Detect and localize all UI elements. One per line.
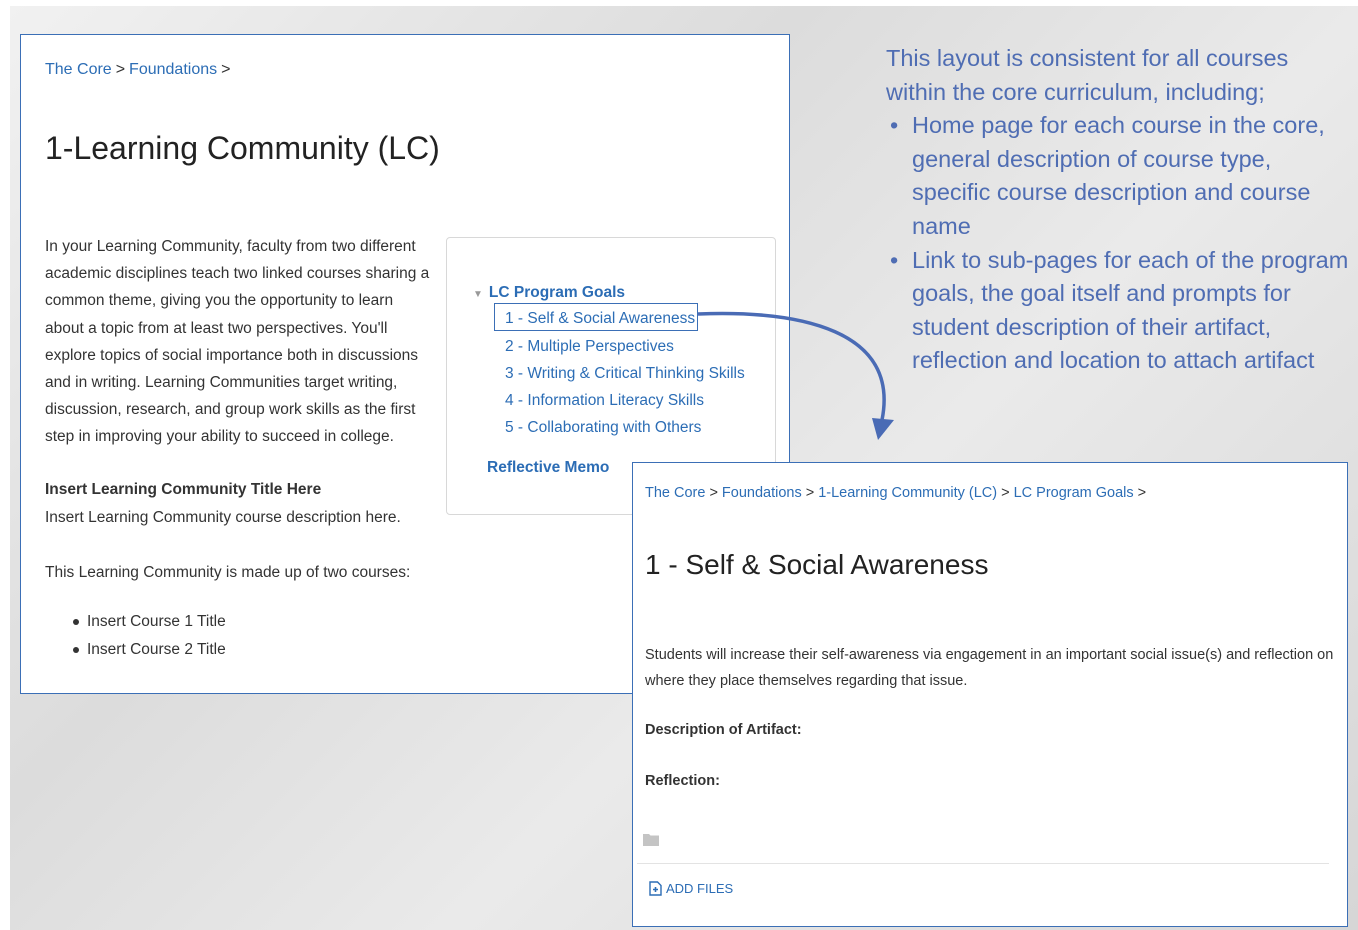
callout-bullets: Home page for each course in the core, g… [886, 109, 1356, 378]
breadcrumb-link-program-goals[interactable]: LC Program Goals [1014, 485, 1134, 501]
collapse-triangle-icon[interactable]: ▼ [473, 289, 483, 300]
goals-nav-header-label: LC Program Goals [488, 284, 625, 301]
breadcrumb-separator: > [805, 485, 815, 501]
callout-bullet: Home page for each course in the core, g… [886, 109, 1356, 243]
lc-description-placeholder: Insert Learning Community course descrip… [45, 509, 401, 526]
callout-intro-line: This layout is consistent for all course… [886, 45, 1289, 71]
courses-intro: This Learning Community is made up of tw… [45, 564, 411, 581]
breadcrumb-link-the-core[interactable]: The Core [45, 61, 112, 78]
divider [637, 863, 1329, 864]
breadcrumb-separator: > [1001, 485, 1010, 501]
goal-link-information-literacy[interactable]: 4 - Information Literacy Skills [505, 392, 704, 410]
reflection-label: Reflection: [645, 773, 720, 789]
breadcrumb-link-learning-community[interactable]: 1-Learning Community (LC) [818, 485, 997, 501]
course-list: Insert Course 1 Title Insert Course 2 Ti… [71, 608, 226, 663]
goal-link-writing-critical-thinking[interactable]: 3 - Writing & Critical Thinking Skills [505, 365, 745, 383]
lc-title-placeholder: Insert Learning Community Title Here [45, 481, 322, 498]
list-item: Insert Course 2 Title [71, 636, 226, 664]
callout-text: This layout is consistent for all course… [886, 42, 1356, 378]
breadcrumb-link-foundations[interactable]: Foundations [129, 61, 217, 78]
highlight-box [494, 303, 698, 331]
breadcrumb-link-foundations[interactable]: Foundations [722, 485, 802, 501]
reflective-memo-link[interactable]: Reflective Memo [487, 459, 609, 477]
goal-subpage: The Core > Foundations >1-Learning Communit… [632, 462, 1348, 927]
breadcrumb-link-the-core[interactable]: The Core [645, 485, 705, 501]
breadcrumb-separator: > [221, 61, 231, 78]
breadcrumb: The Core > Foundations >1-Learning Communit… [645, 485, 1150, 501]
breadcrumb-separator: > [709, 485, 718, 501]
goal-description: Students will increase their self-awaren… [645, 647, 1334, 689]
folder-icon [643, 834, 659, 846]
goal-link-multiple-perspectives[interactable]: 2 - Multiple Perspectives [505, 338, 674, 356]
callout-bullet: Link to sub-pages for each of the progra… [886, 244, 1356, 378]
callout-intro-line: within the core curriculum, including; [886, 78, 1265, 105]
breadcrumb-separator: > [1137, 485, 1147, 501]
page-title: 1 - Self & Social Awareness [645, 549, 989, 580]
breadcrumb-separator: > [115, 61, 126, 78]
artifact-description-label: Description of Artifact: [645, 722, 802, 738]
list-item: Insert Course 1 Title [71, 608, 226, 636]
goal-link-collaborating[interactable]: 5 - Collaborating with Others [505, 419, 701, 437]
add-file-icon [649, 881, 662, 896]
add-files-label: ADD FILES [666, 881, 734, 896]
goals-nav-header[interactable]: ▼ LC Program Goals [473, 284, 625, 302]
page-title: 1-Learning Community (LC) [45, 130, 440, 166]
course-description: In your Learning Community, faculty from… [45, 238, 430, 446]
add-files-button[interactable]: ADD FILES [649, 881, 733, 896]
breadcrumb: The Core > Foundations > [45, 61, 234, 79]
